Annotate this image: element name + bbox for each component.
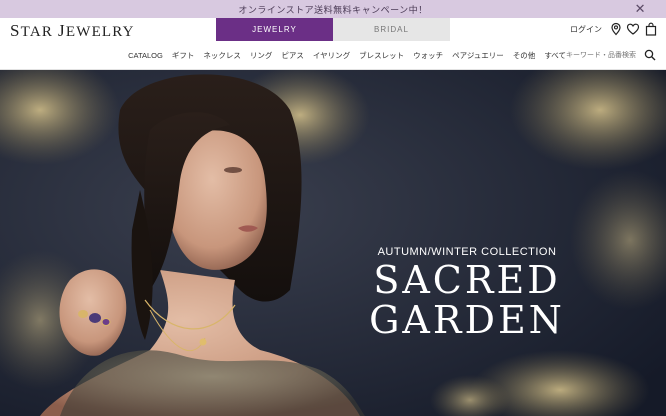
location-pin-icon[interactable]	[609, 22, 623, 36]
shopping-bag-icon[interactable]	[644, 22, 658, 36]
nav-item-watch[interactable]: ウォッチ	[413, 50, 443, 61]
search-input[interactable]	[566, 48, 642, 62]
nav-item-necklace[interactable]: ネックレス	[203, 50, 241, 61]
nav-item-bracelet[interactable]: ブレスレット	[359, 50, 404, 61]
category-nav: CATALOG ギフト ネックレス リング ピアス イヤリング ブレスレット ウ…	[0, 41, 666, 70]
close-icon[interactable]: ✕	[635, 1, 646, 17]
nav-item-earring[interactable]: イヤリング	[313, 50, 350, 61]
nav-item-catalog[interactable]: CATALOG	[128, 51, 163, 60]
nav-item-ring[interactable]: リング	[250, 50, 273, 61]
tab-bridal[interactable]: BRIDAL	[333, 18, 450, 41]
hero-banner[interactable]: AUTUMN/WINTER COLLECTION SACRED GARDEN	[0, 70, 666, 416]
nav-item-other[interactable]: その他	[513, 50, 536, 61]
site-header: STAR JEWELRY JEWELRY BRIDAL ログイン	[0, 18, 666, 41]
nav-item-gift[interactable]: ギフト	[172, 50, 195, 61]
site-logo[interactable]: STAR JEWELRY	[10, 21, 135, 41]
nav-item-all[interactable]: すべて	[544, 50, 566, 61]
nav-item-pair-jewelry[interactable]: ペアジュエリー	[452, 50, 504, 61]
hero-title: SACRED GARDEN	[360, 260, 574, 340]
promo-text: オンラインストア送料無料キャンペーン中！	[238, 4, 428, 15]
hero-subtitle: AUTUMN/WINTER COLLECTION	[377, 246, 557, 258]
hero-title-line1: SACRED	[373, 258, 561, 302]
search-icon[interactable]	[644, 49, 656, 61]
hero-image	[0, 70, 666, 416]
login-link[interactable]: ログイン	[570, 24, 602, 35]
tab-jewelry[interactable]: JEWELRY	[216, 18, 333, 41]
heart-icon[interactable]	[626, 22, 640, 36]
promo-banner: オンラインストア送料無料キャンペーン中！ ✕	[0, 0, 666, 18]
nav-item-pierce[interactable]: ピアス	[281, 50, 304, 61]
hero-title-line2: GARDEN	[369, 298, 565, 342]
